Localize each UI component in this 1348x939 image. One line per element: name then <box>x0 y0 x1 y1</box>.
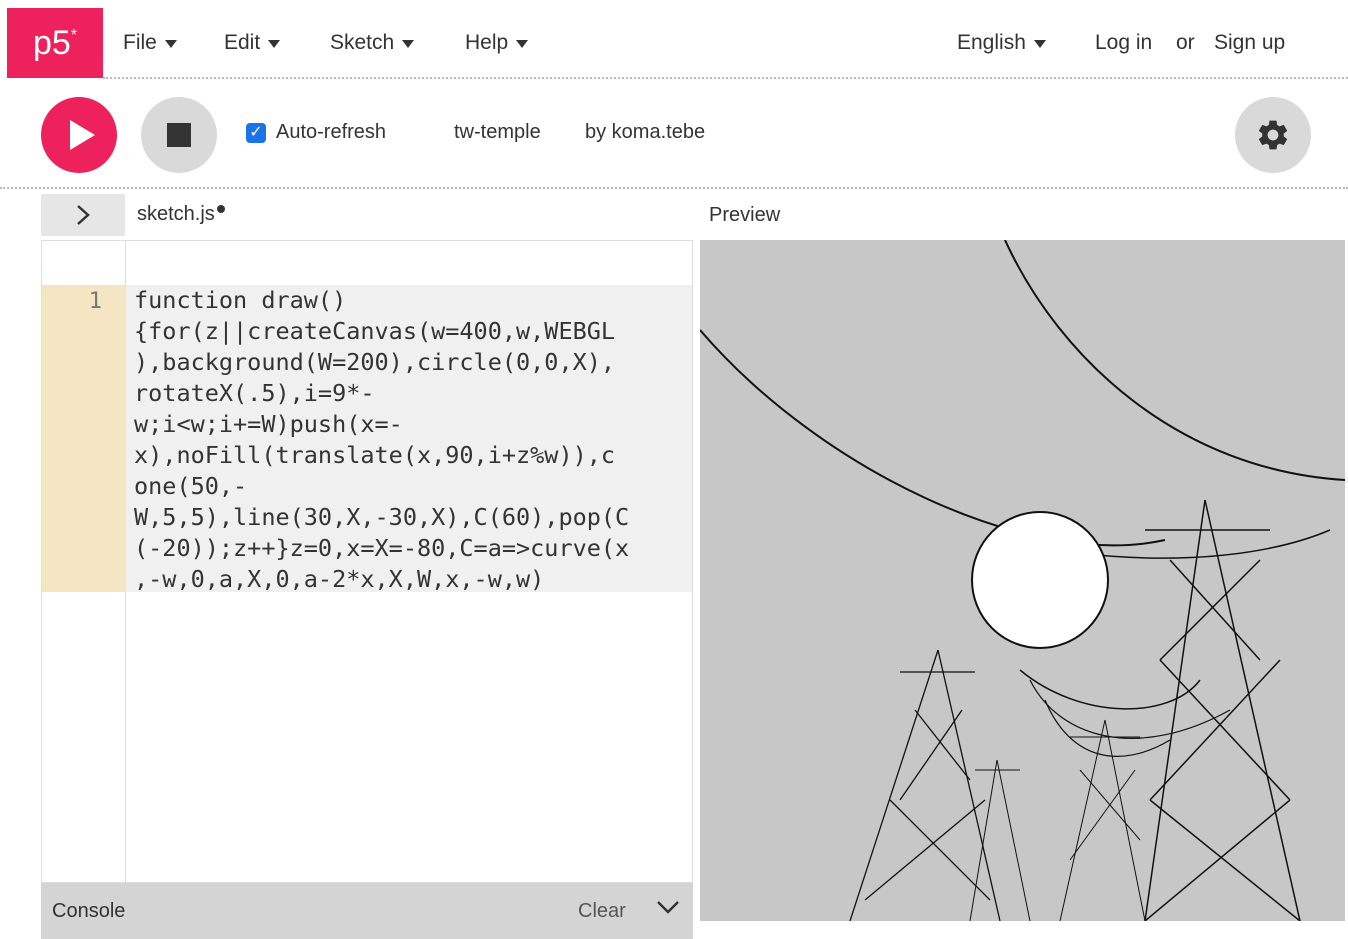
sketch-author[interactable]: by koma.tebe <box>585 121 705 144</box>
caret-down-icon <box>164 40 177 48</box>
code-line[interactable]: ,-w,0,a,X,0,a-2*x,X,W,x,-w,w) <box>134 564 692 595</box>
menu-sketch-label: Sketch <box>330 31 395 54</box>
wire-curve <box>1044 699 1171 757</box>
menu-file-label: File <box>123 31 157 54</box>
caret-down-icon <box>268 40 281 48</box>
wire-curve <box>700 329 1166 547</box>
code-line[interactable]: {for(z||createCanvas(w=400,w,WEBGL <box>134 316 692 347</box>
menu-help[interactable]: Help <box>465 31 529 55</box>
checkbox-checked-icon[interactable]: ✓ <box>246 122 266 143</box>
console-collapse-button[interactable] <box>655 896 681 924</box>
login-link[interactable]: Log in <box>1095 31 1152 55</box>
code-line[interactable]: one(50,- <box>134 471 692 502</box>
auto-refresh-toggle[interactable]: ✓ Auto-refresh <box>246 121 386 144</box>
line-number: 1 <box>88 289 102 314</box>
wire-curve <box>1019 669 1201 710</box>
menu-help-label: Help <box>465 31 509 54</box>
code-line[interactable]: ),background(W=200),circle(0,0,X), <box>134 347 692 378</box>
menu-edit[interactable]: Edit <box>224 31 281 55</box>
code-line[interactable]: function draw() <box>134 285 692 316</box>
moon-circle <box>971 511 1109 649</box>
caret-down-icon <box>1033 40 1046 48</box>
preview-canvas[interactable] <box>700 240 1345 921</box>
logo-text: p5 <box>32 23 71 62</box>
chevron-down-icon <box>657 901 679 914</box>
auto-refresh-label: Auto-refresh <box>276 121 387 143</box>
preview-label: Preview <box>709 204 781 226</box>
stop-button[interactable] <box>141 97 217 173</box>
menu-edit-label: Edit <box>224 31 261 54</box>
p5-logo[interactable]: p5 * <box>7 8 103 78</box>
tower-left <box>849 649 1001 921</box>
settings-button[interactable] <box>1235 97 1311 173</box>
console-label: Console <box>52 900 126 922</box>
chevron-right-icon <box>77 205 90 225</box>
or-text: or <box>1176 31 1195 54</box>
toolbar-divider <box>0 187 1348 189</box>
active-line-gutter <box>42 285 126 592</box>
signup-link[interactable]: Sign up <box>1214 31 1285 55</box>
wire-curve <box>1004 240 1345 481</box>
sidebar-toggle[interactable] <box>41 194 125 236</box>
code-line[interactable]: W,5,5),line(30,X,-30,X),C(60),pop(C <box>134 502 692 533</box>
code-line[interactable]: (-20));z++}z=0,x=X=-80,C=a=>curve(x <box>134 533 692 564</box>
nav-divider <box>103 77 1348 79</box>
logo-asterisk: * <box>70 27 78 44</box>
code-editor[interactable]: 1 function draw() {for(z||createCanvas(w=… <box>41 240 693 883</box>
gear-icon <box>1258 120 1288 150</box>
code-line[interactable]: x),noFill(translate(x,90,i+z%w)),c <box>134 440 692 471</box>
code-content[interactable]: function draw() {for(z||createCanvas(w=40… <box>134 285 692 595</box>
language-label: English <box>957 31 1026 54</box>
menu-sketch[interactable]: Sketch <box>330 31 415 55</box>
code-line[interactable]: rotateX(.5),i=9*- <box>134 378 692 409</box>
code-line[interactable]: w;i<w;i+=W)push(x=- <box>134 409 692 440</box>
console-clear-button[interactable]: Clear <box>578 900 626 923</box>
play-button[interactable] <box>41 97 117 173</box>
file-tab-sketch[interactable]: sketch.js <box>137 203 225 226</box>
sketch-name[interactable]: tw-temple <box>454 121 541 144</box>
menu-file[interactable]: File <box>123 31 177 55</box>
caret-down-icon <box>516 40 529 48</box>
file-tab-label: sketch.js <box>137 203 215 225</box>
tower-mid <box>969 719 1146 921</box>
caret-down-icon <box>402 40 415 48</box>
tower-right <box>1144 499 1301 921</box>
unsaved-dot-icon <box>216 205 225 213</box>
language-select[interactable]: English <box>957 31 1046 55</box>
sketch-output <box>700 240 1345 921</box>
